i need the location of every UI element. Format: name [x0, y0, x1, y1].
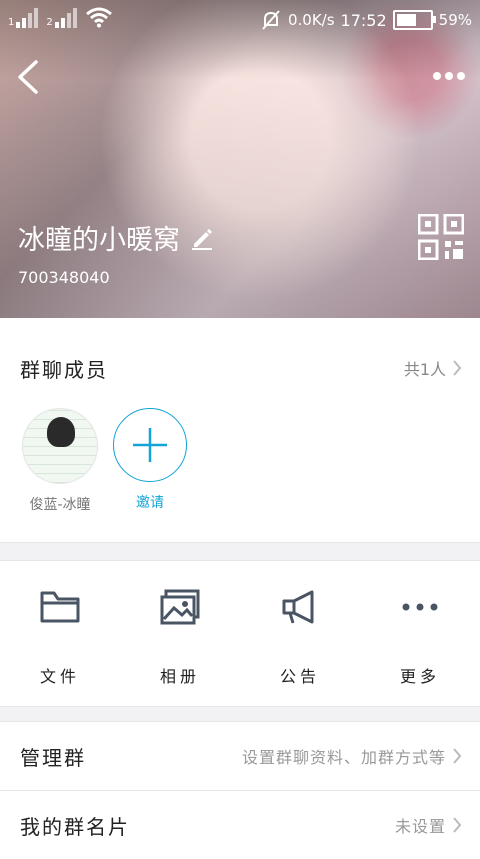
members-section: 群聊成员 共1人 俊蓝-冰瞳 邀请 — [0, 318, 480, 542]
battery-fill — [396, 14, 416, 26]
qr-code-icon[interactable] — [418, 214, 464, 260]
action-album[interactable]: 相册 — [120, 589, 240, 687]
avatar-hair — [47, 417, 75, 447]
row-value: 设置群聊资料、加群方式等 — [242, 744, 462, 768]
members-count-link[interactable]: 共1人 — [404, 356, 462, 380]
invite-label: 邀请 — [136, 495, 164, 511]
action-file[interactable]: 文件 — [0, 589, 120, 687]
plus-icon — [132, 427, 167, 462]
status-bar: 1 2 0.0K/s 17:52 59% — [0, 0, 480, 38]
my-group-card-row[interactable]: 我的群名片 未设置 — [0, 791, 480, 859]
action-announcement[interactable]: 公告 — [240, 589, 360, 687]
divider — [0, 542, 480, 543]
megaphone-icon — [282, 590, 314, 624]
row-title: 管理群 — [20, 746, 86, 770]
status-right: 0.0K/s 17:52 59% — [260, 9, 472, 31]
sim1-signal: 1 — [8, 6, 39, 28]
folder-icon — [40, 591, 80, 623]
chevron-right-icon — [453, 817, 462, 833]
group-name: 冰瞳的小暖窝 — [18, 225, 180, 256]
signal-group: 1 2 — [8, 6, 113, 28]
battery-icon — [392, 10, 436, 30]
invite-button[interactable]: 邀请 — [110, 408, 190, 512]
more-horizontal-icon — [402, 603, 438, 611]
action-label: 更多 — [399, 667, 440, 686]
member-item[interactable]: 俊蓝-冰瞳 — [20, 408, 100, 514]
manage-group-hint: 设置群聊资料、加群方式等 — [241, 748, 446, 767]
members-count: 共1人 — [403, 360, 446, 379]
action-label: 文件 — [39, 667, 80, 686]
invite-circle — [113, 408, 187, 482]
action-label: 相册 — [159, 667, 200, 686]
network-speed: 0.0K/s — [287, 11, 335, 29]
chevron-right-icon — [453, 360, 462, 376]
action-label: 公告 — [279, 667, 320, 686]
clock: 17:52 — [340, 10, 387, 30]
group-name-row[interactable]: 冰瞳的小暖窝 — [18, 218, 214, 257]
album-icon — [160, 589, 200, 625]
action-more[interactable]: 更多 — [360, 589, 480, 687]
avatar — [22, 408, 98, 484]
group-card-value: 未设置 — [394, 817, 446, 836]
divider — [0, 706, 480, 707]
battery-percent: 59% — [438, 11, 472, 29]
wifi-icon — [85, 7, 112, 28]
member-name: 俊蓝-冰瞳 — [29, 497, 91, 513]
sim2-signal: 2 — [46, 6, 77, 28]
pencil-icon[interactable] — [190, 226, 214, 250]
mute-bell-icon — [262, 10, 280, 30]
more-horizontal-icon[interactable] — [432, 64, 466, 88]
chevron-left-icon[interactable] — [14, 60, 44, 94]
row-title: 我的群名片 — [20, 815, 130, 839]
group-id: 700348040 — [18, 268, 110, 287]
row-value: 未设置 — [395, 813, 462, 837]
manage-group-row[interactable]: 管理群 设置群聊资料、加群方式等 — [0, 722, 480, 790]
signal-bars-icon — [54, 6, 77, 28]
quick-actions: 文件 相册 公告 更多 — [0, 561, 480, 706]
group-cover[interactable]: 1 2 0.0K/s 17:52 59% 冰瞳的小暖窝 700348040 — [0, 0, 480, 318]
sim1-label: 1 — [8, 17, 15, 28]
members-title: 群聊成员 — [20, 358, 108, 382]
chevron-right-icon — [453, 748, 462, 764]
signal-bars-icon — [16, 6, 39, 28]
sim2-label: 2 — [46, 17, 53, 28]
